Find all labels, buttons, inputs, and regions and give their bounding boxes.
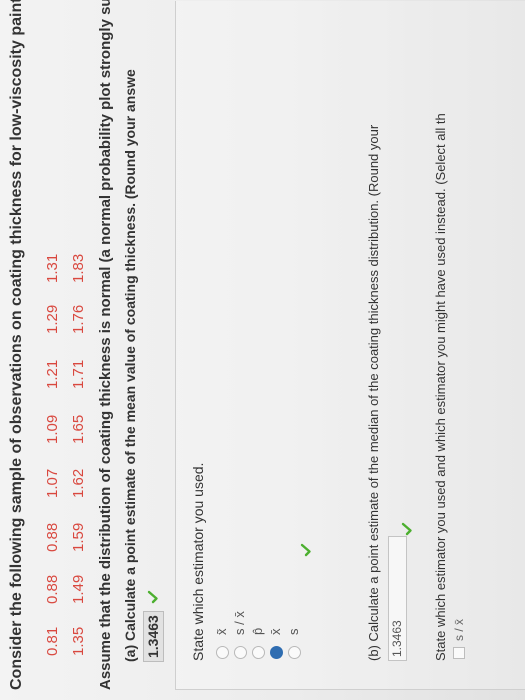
radio-button[interactable] <box>216 646 229 659</box>
option-label: p̂ <box>250 627 265 635</box>
option-label: s <box>286 628 301 636</box>
sample-value: 1.62 <box>70 468 87 498</box>
sample-value: 1.29 <box>44 304 61 334</box>
sample-value: 1.76 <box>70 304 87 334</box>
part-a-answer-field[interactable]: 1.3463 <box>143 611 164 662</box>
assumption-text: Assume that the distribution of coating … <box>97 0 114 690</box>
screen: Consider the following sample of observa… <box>0 0 525 700</box>
radio-button[interactable] <box>234 646 247 659</box>
sample-value: 1.31 <box>44 253 61 283</box>
sample-value: 1.21 <box>44 359 61 389</box>
question-page: Consider the following sample of observa… <box>0 0 525 700</box>
option-label: s / x̄ <box>232 611 247 635</box>
radio-button[interactable] <box>288 646 301 659</box>
sample-value: 1.35 <box>70 626 87 656</box>
part-a-question: (a) Calculate a point estimate of the me… <box>122 69 138 662</box>
option-label: s / x̄ <box>452 618 466 641</box>
sample-value: 1.49 <box>70 574 87 604</box>
sample-value: 1.65 <box>70 414 87 444</box>
sample-value: 0.88 <box>44 522 61 552</box>
part-b-answer-field[interactable]: 1.3463 <box>388 536 407 661</box>
sample-value: 1.71 <box>70 359 87 389</box>
option-label: x̄ <box>268 628 283 636</box>
correct-check-icon <box>146 590 160 604</box>
radio-button-selected[interactable] <box>270 646 283 659</box>
sample-value: 1.09 <box>44 414 61 444</box>
option-label: x̃ <box>214 628 229 636</box>
checkbox[interactable] <box>453 647 465 659</box>
correct-check-icon <box>400 522 414 536</box>
part-b-question: (b) Calculate a point estimate of the me… <box>366 124 381 661</box>
correct-check-icon <box>299 543 313 557</box>
part-b-estimator-prompt: State which estimator you used and which… <box>433 113 448 661</box>
sample-value: 1.07 <box>44 468 61 498</box>
sample-value: 0.88 <box>44 574 61 604</box>
estimator-prompt: State which estimator you used. <box>190 462 206 661</box>
sample-value: 1.59 <box>70 522 87 552</box>
question-text: Consider the following sample of observa… <box>8 0 25 690</box>
answer-panel: State which estimator you used. x̃ s / x… <box>175 1 525 690</box>
sample-value: 0.81 <box>44 626 61 656</box>
sample-value: 1.83 <box>70 253 87 283</box>
radio-button[interactable] <box>252 646 265 659</box>
